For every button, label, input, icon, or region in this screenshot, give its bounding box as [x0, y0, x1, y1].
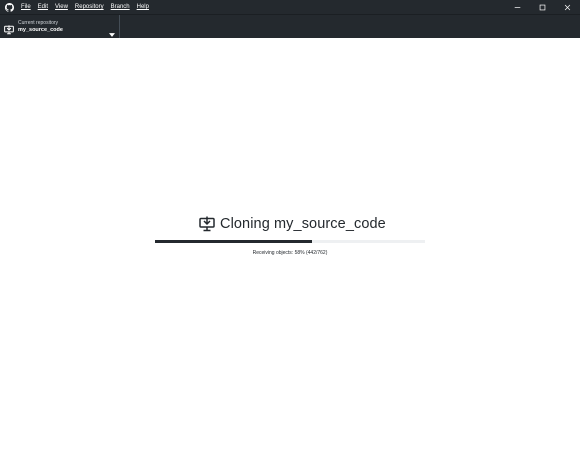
toolbar: Current repository my_source_code [0, 14, 580, 38]
close-icon [564, 4, 571, 10]
repository-download-icon [199, 216, 215, 232]
maximize-button[interactable] [530, 0, 555, 14]
github-logo-icon [4, 2, 14, 12]
menu-branch[interactable]: Branch [111, 0, 130, 14]
close-button[interactable] [555, 0, 580, 14]
menu-view[interactable]: View [55, 0, 68, 14]
clone-progress-view: Cloning my_source_code Receiving objects… [0, 38, 580, 460]
repository-label-group: Current repository my_source_code [18, 20, 63, 34]
minimize-icon [514, 6, 521, 8]
menu-file[interactable]: File [21, 0, 31, 14]
title-bar: File Edit View Repository Branch Help [0, 0, 580, 14]
minimize-button[interactable] [505, 0, 530, 14]
repository-caption: Current repository [18, 19, 59, 26]
current-repository-selector[interactable]: Current repository my_source_code [0, 15, 120, 38]
menu-help[interactable]: Help [137, 0, 149, 14]
window-controls [505, 0, 580, 14]
clone-progress-bar [155, 240, 425, 243]
clone-progress-fill [155, 240, 312, 243]
clone-heading: Cloning my_source_code [199, 215, 386, 233]
repository-name: my_source_code [18, 26, 63, 33]
clone-progress-status: Receiving objects: 58% (442/762) [252, 250, 328, 256]
menu-repository[interactable]: Repository [75, 0, 104, 14]
menu-edit[interactable]: Edit [38, 0, 48, 14]
clone-title: Cloning my_source_code [220, 216, 386, 232]
maximize-icon [539, 4, 546, 10]
repository-download-icon [4, 22, 14, 34]
